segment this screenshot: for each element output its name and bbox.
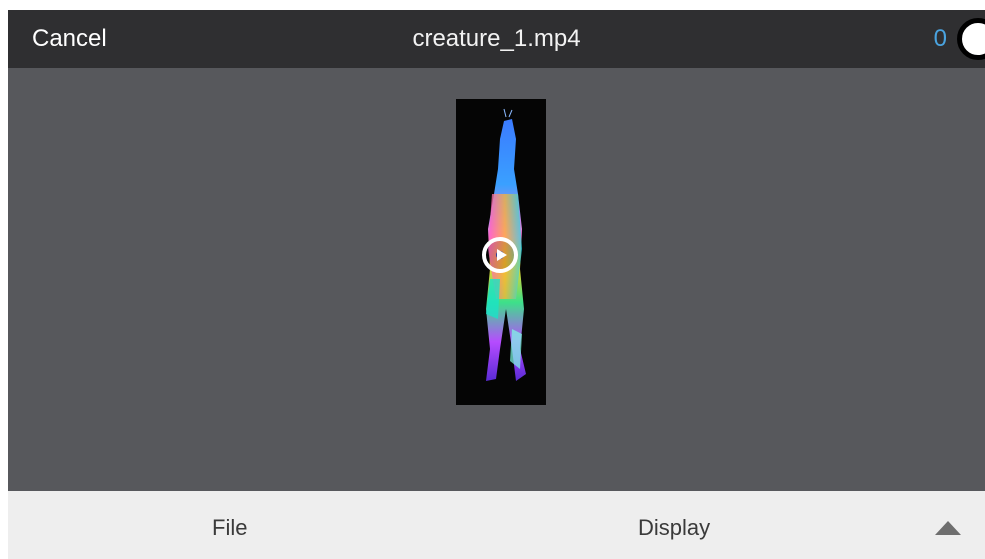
play-triangle-icon <box>497 249 507 261</box>
top-bar: Cancel creature_1.mp4 0 <box>8 10 985 68</box>
toggle-knob-icon[interactable] <box>957 18 985 60</box>
selection-counter: 0 <box>933 25 947 52</box>
bottom-bar: File Display <box>8 491 985 559</box>
video-picker-screen: Cancel creature_1.mp4 0 File Display <box>8 10 985 559</box>
video-thumbnail[interactable] <box>456 99 546 405</box>
triangle-up-icon[interactable] <box>935 521 961 535</box>
file-title: creature_1.mp4 <box>412 25 581 52</box>
play-icon[interactable] <box>482 237 518 273</box>
tab-display[interactable]: Display <box>638 515 710 541</box>
tab-file[interactable]: File <box>212 515 247 541</box>
